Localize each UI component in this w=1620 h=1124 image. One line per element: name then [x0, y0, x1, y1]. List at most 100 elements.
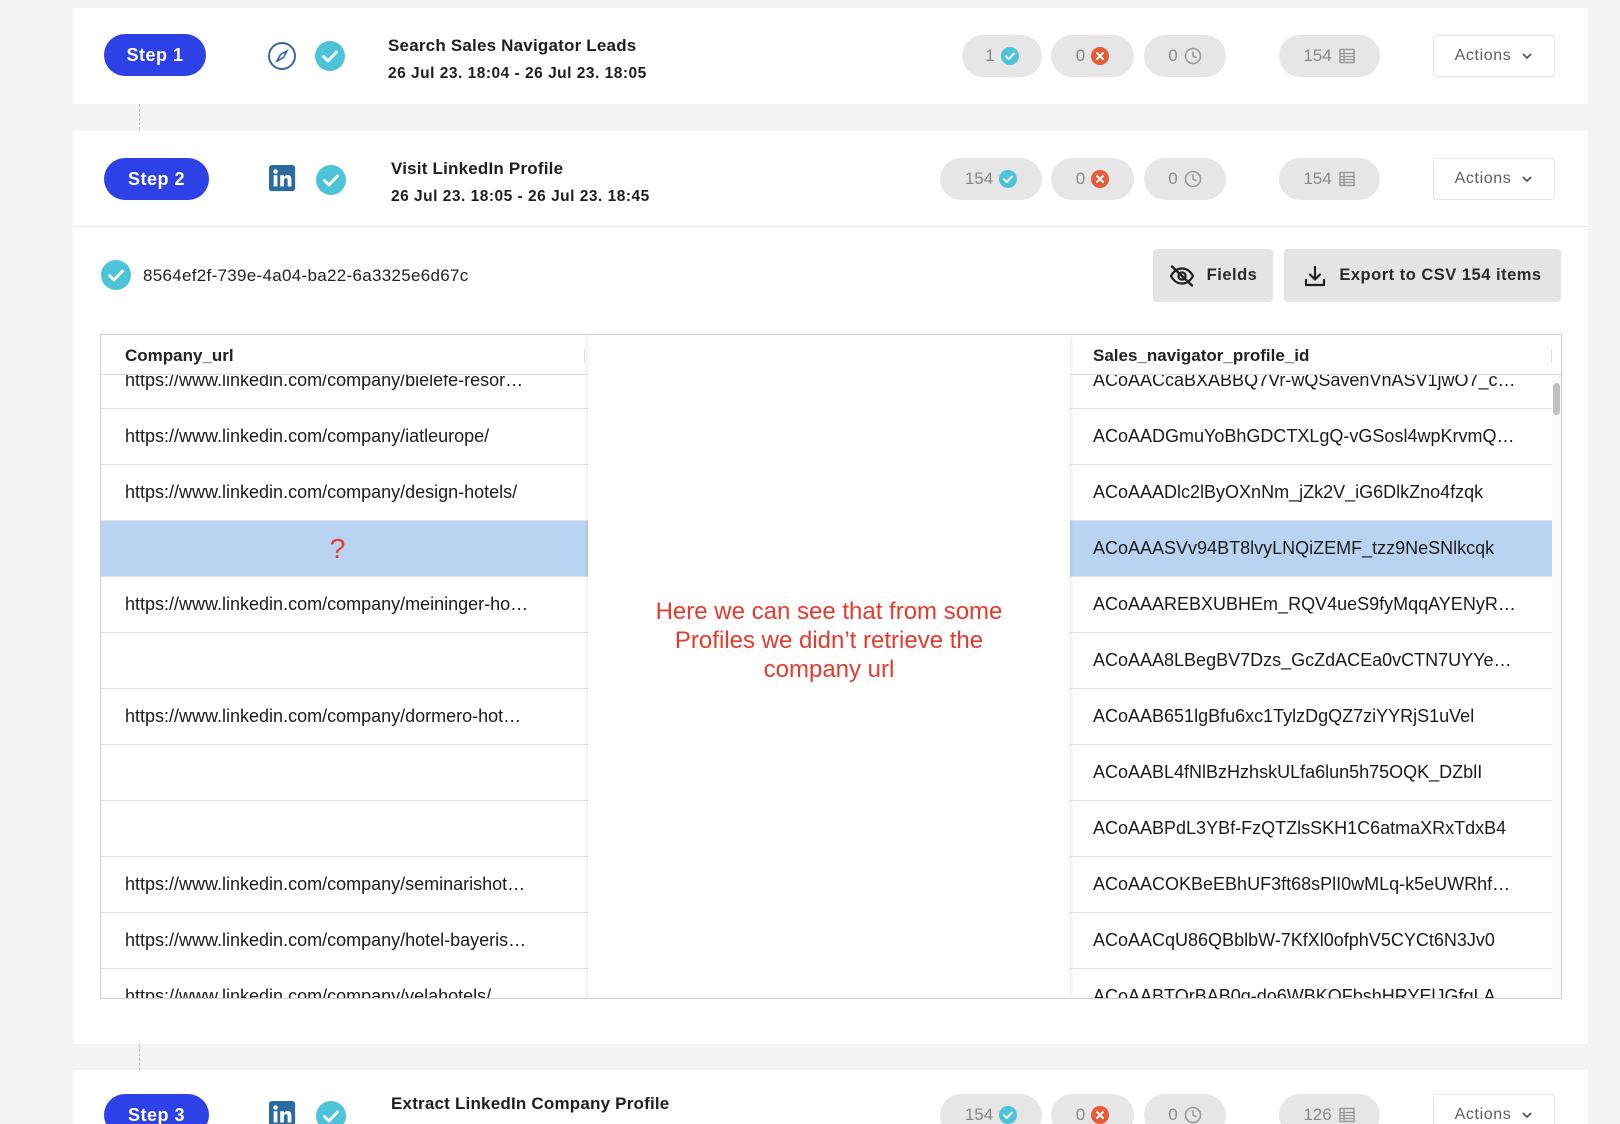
profile-id-cell-text: ACoAABTOrBAB0q-do6WBKOFbshHRYElJGfgLA…	[1093, 986, 1514, 999]
download-icon	[1305, 265, 1326, 286]
step-1-button[interactable]: Step 1	[104, 34, 206, 76]
step-1-actions-dropdown[interactable]: Actions	[1433, 35, 1555, 77]
chevron-down-icon	[1522, 53, 1532, 59]
rows-count-pill[interactable]: 154	[1279, 35, 1380, 77]
annotation-overlay: Here we can see that from some Profiles …	[588, 335, 1070, 998]
profile-id-cell[interactable]: ACoAAASVv94BT8lvyLNQiZEMF_tzz9NeSNlkcqk	[1070, 521, 1553, 577]
check-circle-icon	[316, 165, 346, 195]
profile-id-cell-text: ACoAABPdL3YBf-FzQTZlsSKH1C6atmaXRxTdxB4	[1093, 818, 1507, 838]
success-count-pill[interactable]: 154	[940, 1094, 1042, 1124]
column-separator	[584, 349, 585, 363]
pending-count: 0	[1168, 169, 1178, 188]
pending-count-pill[interactable]: 0	[1144, 35, 1226, 77]
profile-id-cell[interactable]: ACoAAA8LBegBV7Dzs_GcZdACEa0vCTN7UYYe…	[1070, 633, 1553, 689]
profile-id-cell[interactable]: ACoAAB651lgBfu6xc1TylzDgQZ7ziYYRjS1uVel	[1070, 689, 1553, 745]
error-count-pill[interactable]: 0	[1051, 35, 1134, 77]
step-3-actions-dropdown[interactable]: Actions	[1433, 1094, 1555, 1124]
export-csv-button[interactable]: Export to CSV 154 items	[1284, 249, 1561, 302]
profile-id-cell[interactable]: ACoAAAREBXUBHEm_RQV4ueS9fyMqqAYENyR…	[1070, 577, 1553, 633]
error-count-pill[interactable]: 0	[1051, 1094, 1134, 1124]
column-header-sales-navigator-profile-id[interactable]: Sales_navigator_profile_id	[1093, 346, 1309, 366]
step-2-button[interactable]: Step 2	[104, 158, 209, 200]
company-url-cell[interactable]: https://www.linkedin.com/company/iatleur…	[101, 409, 588, 465]
pending-count-pill[interactable]: 0	[1144, 1094, 1226, 1124]
company-url-cell-text: https://www.linkedin.com/company/hotel-b…	[125, 930, 527, 950]
company-url-cell[interactable]	[101, 745, 588, 801]
rows-count-pill[interactable]: 126	[1279, 1094, 1380, 1124]
step-2-dates: 26 Jul 23. 18:05 - 26 Jul 23. 18:45	[391, 188, 650, 205]
error-circle-icon	[1091, 47, 1110, 65]
results-table[interactable]: Company_url Sales_navigator_profile_id h…	[100, 334, 1562, 999]
fields-button[interactable]: Fields	[1153, 249, 1273, 302]
company-url-cell[interactable]: https://www.linkedin.com/company/seminar…	[101, 857, 588, 913]
profile-id-cell[interactable]: ACoAABL4fNlBzHzhskULfa6lun5h75OQK_DZblI	[1070, 745, 1553, 801]
compass-icon	[267, 41, 297, 71]
company-url-cell-text: https://www.linkedin.com/company/seminar…	[125, 874, 526, 894]
profile-id-cell-text: ACoAADGmuYoBhGDCTXLgQ-vGSosl4wpKrvmQ…	[1093, 426, 1515, 446]
company-url-cell[interactable]: https://www.linkedin.com/company/bielefe…	[101, 375, 588, 409]
step-2-actions-dropdown[interactable]: Actions	[1433, 158, 1555, 200]
error-count: 0	[1075, 1105, 1086, 1124]
success-count: 1	[985, 46, 995, 65]
column-separator	[1551, 349, 1552, 363]
profile-id-cell[interactable]: ACoAABPdL3YBf-FzQTZlsSKH1C6atmaXRxTdxB4	[1070, 801, 1553, 857]
question-mark-annotation: ?	[329, 532, 346, 564]
scrollbar-thumb[interactable]	[1553, 383, 1560, 415]
profile-id-cell-text: ACoAAASVv94BT8lvyLNQiZEMF_tzz9NeSNlkcqk	[1093, 538, 1495, 558]
company-url-cell[interactable]: https://www.linkedin.com/company/design-…	[101, 465, 588, 521]
pending-count: 0	[1168, 1105, 1178, 1124]
table-icon	[1338, 1107, 1355, 1123]
error-circle-icon	[1091, 170, 1110, 188]
step-connector	[139, 1044, 140, 1070]
profile-id-cell[interactable]: ACoAACcaBXABBQ7Vr-wQSavenVnASV1jwO7_c…	[1070, 375, 1553, 409]
company-url-cell-text: https://www.linkedin.com/company/meining…	[125, 594, 529, 614]
table-icon	[1338, 48, 1355, 64]
success-count-pill[interactable]: 154	[940, 158, 1042, 200]
annotation-text: Here we can see that from some Profiles …	[655, 597, 1003, 683]
profile-id-cell-text: ACoAAA8LBegBV7Dzs_GcZdACEa0vCTN7UYYe…	[1093, 650, 1512, 670]
column-header-company-url[interactable]: Company_url	[125, 346, 234, 366]
linkedin-icon	[269, 1101, 299, 1124]
check-circle-icon	[999, 170, 1018, 188]
profile-id-cell[interactable]: ACoAADGmuYoBhGDCTXLgQ-vGSosl4wpKrvmQ…	[1070, 409, 1553, 465]
check-circle-icon	[1000, 47, 1019, 65]
company-url-cell[interactable]	[101, 801, 588, 857]
profile-id-cell-text: ACoAACOKBeEBhUF3ft68sPlI0wMLq-k5eUWRhf…	[1093, 874, 1511, 894]
table-scrollbar[interactable]	[1552, 375, 1561, 998]
rows-count: 154	[1303, 46, 1332, 65]
error-count-pill[interactable]: 0	[1051, 158, 1134, 200]
check-circle-icon	[315, 41, 345, 71]
linkedin-icon	[269, 165, 299, 195]
pending-count-pill[interactable]: 0	[1144, 158, 1226, 200]
profile-id-cell-text: ACoAAB651lgBfu6xc1TylzDgQZ7ziYYRjS1uVel	[1093, 706, 1475, 726]
company-url-cell[interactable]: https://www.linkedin.com/company/meining…	[101, 577, 588, 633]
success-count: 154	[964, 1105, 994, 1124]
step-2-row: Step 2 Visit LinkedIn Profile 26 Jul 23.…	[73, 131, 1588, 227]
check-circle-icon	[316, 1101, 346, 1124]
company-url-cell[interactable]	[101, 633, 588, 689]
profile-id-cell[interactable]: ACoAABTOrBAB0q-do6WBKOFbshHRYElJGfgLA…	[1070, 969, 1553, 999]
profile-id-cell[interactable]: ACoAAADlc2lByOXnNm_jZk2V_iG6DlkZno4fzqk	[1070, 465, 1553, 521]
step-2-title: Visit LinkedIn Profile	[391, 159, 564, 178]
chevron-down-icon	[1522, 176, 1532, 182]
company-url-cell[interactable]: https://www.linkedin.com/company/velahot…	[101, 969, 588, 999]
success-count-pill[interactable]: 1	[962, 35, 1042, 77]
profile-id-cell[interactable]: ACoAACqU86QBblbW-7KfXl0ofphV5CYCt6N3Jv0	[1070, 913, 1553, 969]
profile-id-cell-text: ACoAACcaBXABBQ7Vr-wQSavenVnASV1jwO7_c…	[1093, 375, 1516, 390]
profile-id-cell[interactable]: ACoAACOKBeEBhUF3ft68sPlI0wMLq-k5eUWRhf…	[1070, 857, 1553, 913]
clock-icon	[1184, 170, 1202, 188]
company-url-cell[interactable]: https://www.linkedin.com/company/hotel-b…	[101, 913, 588, 969]
company-url-cell-text: https://www.linkedin.com/company/velahot…	[125, 986, 492, 999]
clock-icon	[1184, 1106, 1202, 1124]
step-3-button[interactable]: Step 3	[104, 1094, 209, 1124]
fields-label: Fields	[1206, 266, 1258, 284]
step-1-card: Step 1 Search Sales Navigator Leads 26 J…	[73, 8, 1588, 104]
company-url-cell[interactable]: https://www.linkedin.com/company/dormero…	[101, 689, 588, 745]
run-id: 8564ef2f-739e-4a04-ba22-6a3325e6d67c	[143, 266, 469, 285]
company-url-cell-text: https://www.linkedin.com/company/dormero…	[125, 706, 522, 726]
company-url-cell[interactable]: ?	[101, 521, 588, 577]
profile-id-cell-text: ACoAACqU86QBblbW-7KfXl0ofphV5CYCt6N3Jv0	[1093, 930, 1495, 950]
run-status-check-icon	[101, 260, 131, 290]
divider	[73, 226, 1588, 227]
rows-count-pill[interactable]: 154	[1279, 158, 1380, 200]
